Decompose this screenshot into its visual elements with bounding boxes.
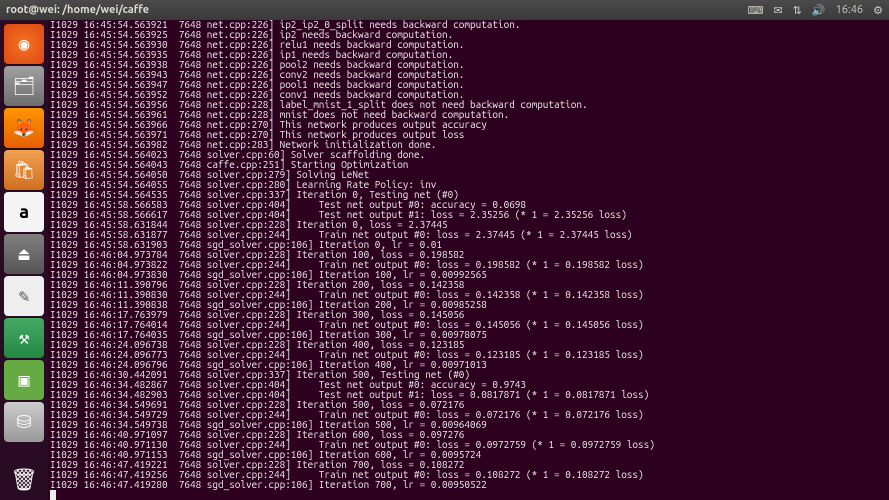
top-panel: root@wei: /home/wei/caffe ⌨ ✉ ⇅ 🔊 16:46 … <box>0 0 889 20</box>
launcher-removable-icon[interactable]: ⏏ <box>4 234 44 274</box>
unity-launcher: ◉🗂🦊🛍a>_⏏✎⚒▣⛁🗑 <box>0 20 48 500</box>
mail-indicator-icon[interactable]: ✉ <box>773 4 782 17</box>
cursor <box>50 490 56 500</box>
system-gear-icon[interactable]: ⚙ <box>873 4 883 17</box>
launcher-files-icon[interactable]: 🗂 <box>4 66 44 106</box>
launcher-text-editor-icon[interactable]: ✎ <box>4 276 44 316</box>
launcher-trash-icon[interactable]: 🗑 <box>4 460 44 500</box>
launcher-ubuntu-dash-icon[interactable]: ◉ <box>4 24 44 64</box>
network-indicator-icon[interactable]: ⇅ <box>793 4 802 17</box>
launcher-firefox-icon[interactable]: 🦊 <box>4 108 44 148</box>
sound-indicator-icon[interactable]: 🔊 <box>812 4 826 17</box>
window-title: root@wei: /home/wei/caffe <box>6 4 748 16</box>
indicator-area: ⌨ ✉ ⇅ 🔊 16:46 ⚙ <box>748 4 883 17</box>
launcher-software-center-icon[interactable]: 🛍 <box>4 150 44 190</box>
launcher-amazon-icon[interactable]: a <box>4 192 44 232</box>
launcher-app-green-icon[interactable]: ▣ <box>4 360 44 400</box>
launcher-app-tool-icon[interactable]: ⚒ <box>4 318 44 358</box>
clock[interactable]: 16:46 <box>836 4 864 16</box>
terminal-cursor-line <box>50 490 887 500</box>
keyboard-indicator-icon[interactable]: ⌨ <box>748 4 764 17</box>
terminal-window[interactable]: I1029 16:45:54.563921 7648 net.cpp:226] … <box>48 20 889 500</box>
terminal-line: I1029 16:46:47.419280 7648 sgd_solver.cp… <box>50 480 887 490</box>
launcher-drive-icon[interactable]: ⛁ <box>4 402 44 442</box>
terminal-output: I1029 16:45:54.563921 7648 net.cpp:226] … <box>48 20 889 500</box>
